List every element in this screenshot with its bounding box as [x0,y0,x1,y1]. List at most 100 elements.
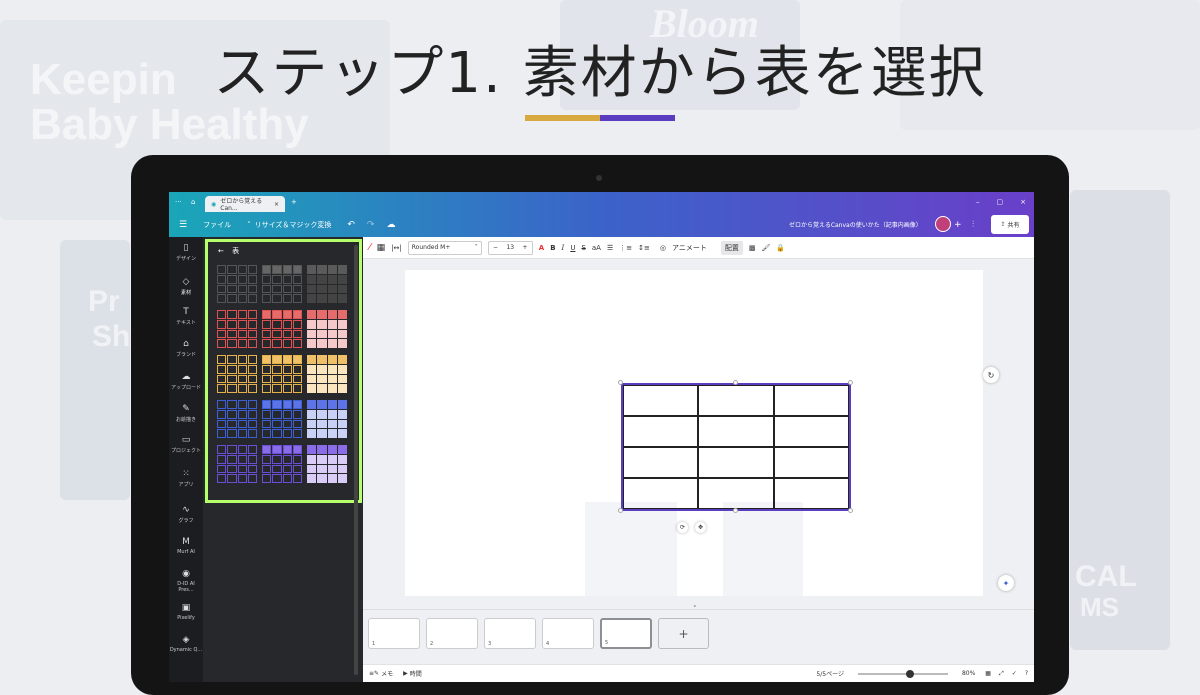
table-template[interactable] [216,309,258,349]
resize-handle[interactable] [733,508,738,513]
refresh-icon[interactable]: ↻ [983,367,999,383]
rail-item-2[interactable]: T テキスト [169,307,203,326]
window-close-icon[interactable]: × [1020,198,1026,206]
rotate-icon[interactable]: ⟳ [677,522,688,533]
rail-item-1[interactable]: ◇ 素材 [169,277,203,296]
strikethrough-button[interactable]: S [581,244,585,252]
timer-button[interactable]: 時間 [410,669,422,678]
table-template[interactable] [216,264,258,304]
minus-icon[interactable]: − [493,244,498,251]
table-template[interactable] [261,264,303,304]
transparency-icon[interactable]: ▩ [749,244,756,252]
rail-item-11[interactable]: ▣ Pixelify [169,603,203,621]
add-collaborator-icon[interactable]: + [954,220,962,230]
document-title[interactable]: ゼロから覚えるCanvaの使いかた（記事内画像） [789,220,922,229]
fullscreen-icon[interactable]: ⤢ [999,670,1004,678]
table-cell[interactable] [698,416,774,447]
rail-item-7[interactable]: ⁙ アプリ [169,469,203,488]
rail-item-10[interactable]: ◉ D-ID AI Pres... [169,569,203,593]
magic-assistant-icon[interactable]: ✦ [998,575,1014,591]
table-template[interactable] [261,354,303,394]
grid-view-icon[interactable]: ▦ [985,670,991,677]
rail-item-9[interactable]: M Murf AI [169,537,203,555]
animate-button[interactable]: アニメート [672,243,707,253]
share-button[interactable]: ⇪ 共有 [991,215,1029,234]
table-template[interactable] [216,399,258,439]
zoom-slider-thumb[interactable] [905,669,914,678]
bold-button[interactable]: B [550,244,555,252]
table-template[interactable] [261,399,303,439]
table-cell[interactable] [773,416,849,447]
menu-file[interactable]: ファイル [203,220,231,230]
table-cell[interactable] [698,478,774,509]
stats-icon[interactable]: ⫶ [972,220,974,230]
table-grid-icon[interactable]: ▦ [377,243,386,253]
minimize-icon[interactable]: – [976,198,980,206]
spacing-icon[interactable]: |↔| [391,244,402,252]
zoom-level[interactable]: 80% [962,670,975,677]
rail-item-8[interactable]: ∿ グラフ [169,505,203,524]
move-icon[interactable]: ✥ [695,522,706,533]
font-size-value[interactable]: 13 [506,244,514,251]
table-template[interactable] [306,444,348,484]
plus-icon[interactable]: + [523,244,528,251]
table-cell[interactable] [623,385,699,416]
browser-tab[interactable]: ◉ ゼロから覚えるCan... × [205,196,285,212]
selected-table[interactable] [621,383,851,511]
table-template[interactable] [306,399,348,439]
underline-button[interactable]: U [570,244,575,252]
list-icon[interactable]: ⋮≡ [619,244,632,252]
letter-case-button[interactable]: aA [592,244,601,252]
maximize-icon[interactable]: ▢ [997,198,1004,206]
hamburger-icon[interactable]: ☰ [179,220,187,230]
rail-item-6[interactable]: ▭ プロジェクト [169,435,203,454]
rail-item-0[interactable]: ▯ デザイン [169,243,203,262]
table-cell[interactable] [773,478,849,509]
tab-close-icon[interactable]: × [274,201,279,208]
table-template[interactable] [306,354,348,394]
resize-handle[interactable] [848,508,853,513]
panel-scrollbar[interactable] [354,245,358,675]
font-select[interactable]: Rounded M+ ˅ [407,240,482,255]
italic-button[interactable]: I [562,244,565,252]
table-cell[interactable] [773,447,849,478]
help-icon[interactable]: ? [1025,670,1028,677]
back-arrow-icon[interactable]: ← [218,247,224,255]
avatar[interactable] [935,216,951,232]
table-cell[interactable] [698,447,774,478]
table-template[interactable] [306,309,348,349]
page-thumbnail[interactable]: 1 [368,618,420,649]
lock-icon[interactable]: 🔒 [776,244,785,252]
table-template[interactable] [261,309,303,349]
timer-icon[interactable]: ▶ [403,670,408,677]
align-icon[interactable]: ☰ [607,244,613,252]
table-template[interactable] [216,444,258,484]
border-color-icon[interactable]: ⁄ [369,242,371,253]
notes-button[interactable]: メモ [381,669,393,678]
table-template[interactable] [216,354,258,394]
text-color-icon[interactable]: A [539,244,544,252]
font-size-stepper[interactable]: − 13 + [487,240,533,255]
page-thumbnail[interactable]: 5 [600,618,652,649]
zoom-slider[interactable] [857,669,948,678]
design-page[interactable]: ⟳ ✥ [405,270,983,596]
home-icon[interactable]: ⌂ [191,198,205,206]
rail-item-5[interactable]: ✎ お絵描き [169,404,203,423]
table-cell[interactable] [698,385,774,416]
table-cell[interactable] [623,478,699,509]
resize-handle[interactable] [848,380,853,385]
resize-handle[interactable] [733,380,738,385]
line-spacing-icon[interactable]: ↕≡ [638,244,650,252]
notes-icon[interactable]: ≡✎ [369,670,379,677]
resize-handle[interactable] [618,380,623,385]
rail-item-12[interactable]: ◈ Dynamic Q... [169,635,203,653]
check-icon[interactable]: ✓ [1012,670,1017,677]
more-icon[interactable]: ··· [175,198,191,206]
redo-icon[interactable]: ↷ [367,220,375,230]
table-cell[interactable] [623,416,699,447]
page-thumbnail[interactable]: 4 [542,618,594,649]
page-thumbnail[interactable]: 2 [426,618,478,649]
resize-handle[interactable] [618,508,623,513]
arrange-button[interactable]: 配置 [720,240,743,255]
cloud-sync-icon[interactable]: ☁ [386,220,395,230]
